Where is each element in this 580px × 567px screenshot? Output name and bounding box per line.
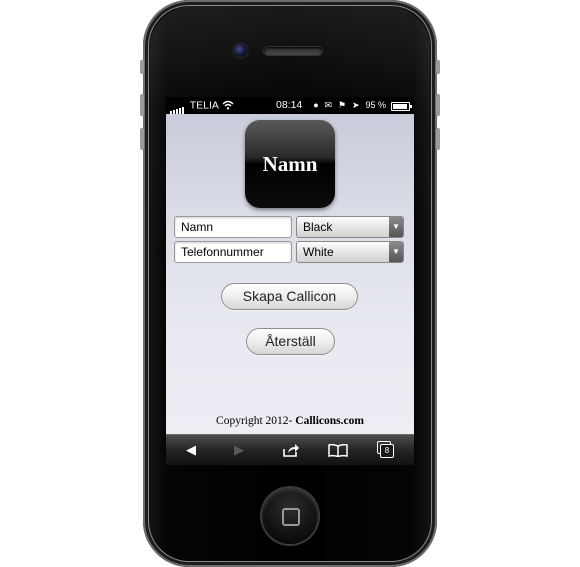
volume-down-button: [140, 128, 144, 150]
browser-toolbar: ◀ ▶ 8: [166, 434, 414, 465]
front-camera: [234, 44, 247, 57]
mute-switch: [140, 60, 144, 74]
signal-bars-icon: [170, 97, 185, 114]
earpiece-speaker: [264, 47, 322, 55]
share-icon[interactable]: [282, 443, 300, 457]
clock: 08:14: [276, 99, 303, 111]
location-arrow-icon: ➤: [352, 100, 360, 110]
background-color-value: Black: [303, 220, 333, 234]
copyright-footer: Copyright 2012- Callicons.com: [166, 415, 414, 427]
side-button-right-1: [436, 60, 440, 74]
chevron-down-icon: ▼: [389, 217, 403, 237]
callicon-preview: Namn: [245, 120, 335, 208]
phone-input[interactable]: Telefonnummer: [174, 241, 292, 263]
carrier-name: TELIA: [189, 99, 219, 112]
background-color-select[interactable]: Black ▼: [296, 216, 404, 238]
text-color-select[interactable]: White ▼: [296, 241, 404, 263]
alarm-icon: ⚑: [338, 100, 347, 110]
forward-arrow-icon: ▶: [234, 442, 244, 457]
web-page-content: Namn Namn Black ▼ Telefonnummer White ▼ …: [166, 114, 414, 434]
bookmarks-icon[interactable]: [328, 444, 348, 457]
battery-percent: 95 %: [365, 100, 386, 110]
volume-up-button: [140, 94, 144, 116]
name-input[interactable]: Namn: [174, 216, 292, 238]
side-button-right-2: [436, 94, 440, 116]
chevron-down-icon: ▼: [389, 242, 403, 262]
chat-bubble-icon: ●: [313, 100, 319, 110]
tabs-icon[interactable]: 8: [377, 441, 394, 458]
status-icons-group: ● ✉ ⚑ ➤ 95 %: [310, 97, 386, 114]
mail-icon: ✉: [324, 100, 333, 110]
create-callicon-button[interactable]: Skapa Callicon: [221, 283, 358, 310]
carrier-group: TELIA: [170, 97, 219, 114]
reset-button[interactable]: Återställ: [246, 328, 335, 355]
tabs-count: 8: [380, 444, 394, 458]
back-arrow-icon[interactable]: ◀: [186, 443, 196, 457]
home-square-icon: [282, 508, 300, 526]
side-button-right-3: [436, 128, 440, 150]
wifi-icon: [222, 100, 234, 110]
status-bar: TELIA 08:14 ● ✉ ⚑ ➤ 95 %: [166, 97, 414, 114]
copyright-link[interactable]: Callicons.com: [295, 415, 364, 427]
text-color-value: White: [303, 245, 334, 259]
copyright-prefix: Copyright 2012-: [216, 415, 296, 427]
battery-icon: [391, 102, 412, 111]
phone-screen: TELIA 08:14 ● ✉ ⚑ ➤ 95 % Namn Namn Black…: [166, 97, 414, 465]
